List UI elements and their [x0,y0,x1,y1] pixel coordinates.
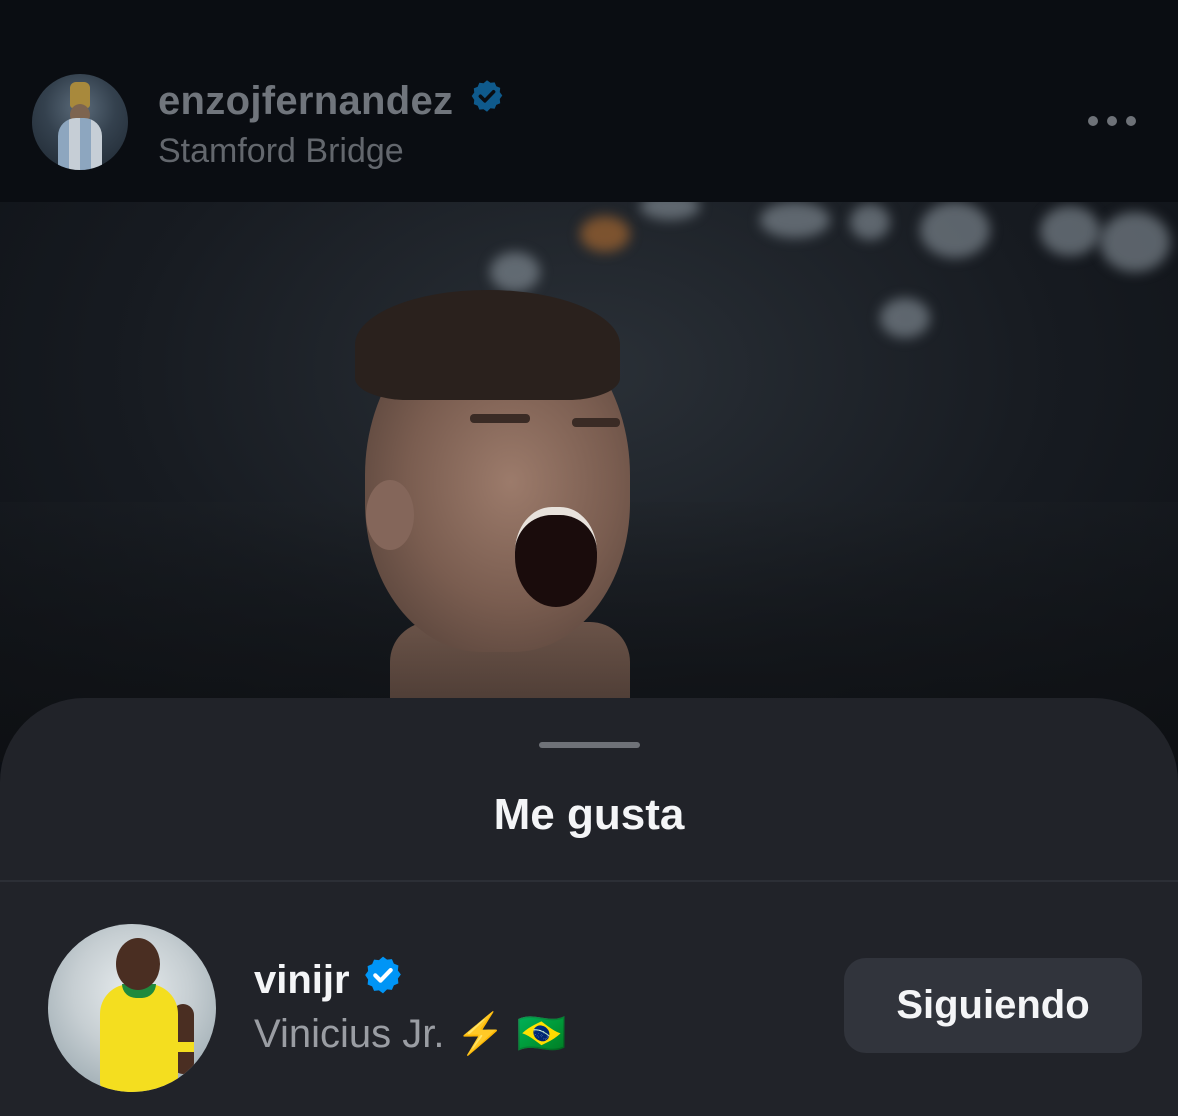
post-author-username-row[interactable]: enzojfernandez [158,78,505,124]
post-author-username[interactable]: enzojfernandez [158,79,453,124]
post-image [0,202,1178,762]
following-button[interactable]: Siguiendo [844,958,1142,1053]
player-mouth-shape [515,507,597,607]
like-username-row[interactable]: vinijr [254,954,404,1006]
stadium-light [880,298,930,338]
more-options-icon[interactable] [1088,116,1136,128]
player-hair-shape [355,290,620,400]
avatar-shirt-shape [100,984,178,1092]
like-full-name: Vinicius Jr. ⚡️ 🇧🇷 [254,1012,567,1056]
avatar-face-shape [116,938,160,990]
sheet-divider [0,880,1178,882]
post-author-avatar[interactable] [32,74,128,170]
stadium-light [760,202,830,238]
sheet-drag-handle[interactable] [539,742,640,748]
like-username[interactable]: vinijr [254,958,350,1003]
player-ear-shape [366,480,414,550]
stadium-light [850,204,890,240]
post-location[interactable]: Stamford Bridge [158,132,404,171]
likes-sheet: Me gusta vinijr Vinicius Jr. ⚡️ 🇧🇷 Sigui… [0,698,1178,1116]
sheet-title: Me gusta [493,790,685,839]
stadium-light [1100,212,1170,272]
stadium-light [490,252,540,292]
player-brow-shape [470,414,530,423]
stadium-light [920,202,990,258]
post-header: enzojfernandez Stamford Bridge [0,0,1178,202]
avatar[interactable] [48,924,216,1092]
stadium-light [1040,206,1100,256]
verified-badge-icon [362,954,404,1006]
player-brow-shape [572,418,620,427]
verified-badge-icon [469,78,505,124]
avatar-shirt-shape [58,118,102,170]
list-item[interactable]: vinijr Vinicius Jr. ⚡️ 🇧🇷 Siguiendo [0,922,1178,1094]
stadium-light [580,216,630,252]
stadium-light [640,202,700,220]
screen: enzojfernandez Stamford Bridge Me gusta … [0,0,1178,1116]
